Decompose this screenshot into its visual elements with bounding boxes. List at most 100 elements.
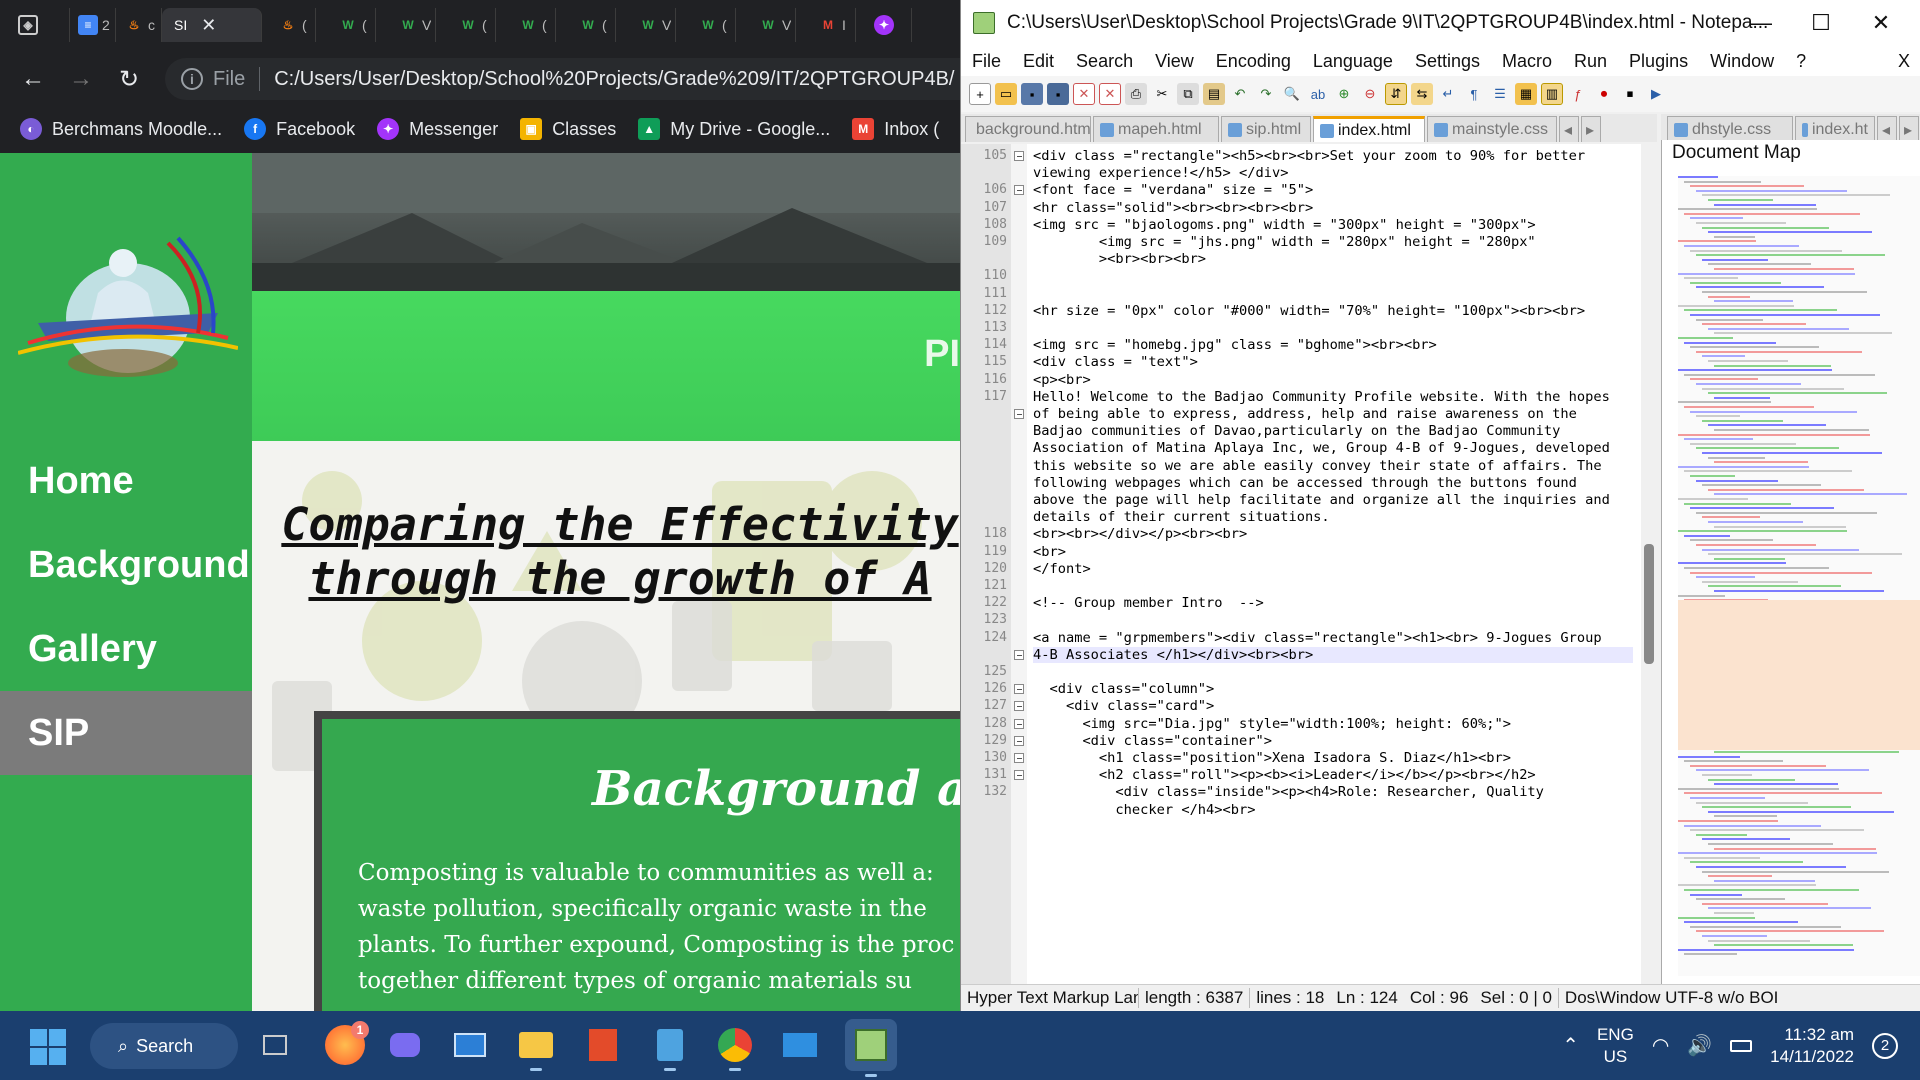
menu-file[interactable]: File bbox=[961, 51, 1012, 72]
tab-w-6[interactable]: WV bbox=[630, 8, 676, 42]
sync-v-icon[interactable]: ⇵ bbox=[1385, 83, 1407, 105]
menu-view[interactable]: View bbox=[1144, 51, 1205, 72]
menu-plugins[interactable]: Plugins bbox=[1618, 51, 1699, 72]
wrap-icon[interactable]: ↵ bbox=[1437, 83, 1459, 105]
minimize-button[interactable]: — bbox=[1741, 8, 1781, 38]
tab-w-8[interactable]: WV bbox=[750, 8, 796, 42]
photos-button[interactable] bbox=[450, 1025, 490, 1065]
bookmark-facebook[interactable]: f Facebook bbox=[244, 118, 355, 140]
clock[interactable]: 11:32 am 14/11/2022 bbox=[1770, 1024, 1854, 1068]
bookmark-inbox[interactable]: M Inbox ( bbox=[852, 118, 939, 140]
fold-marker-icon[interactable] bbox=[1014, 649, 1024, 660]
fold-marker-icon[interactable] bbox=[1014, 409, 1024, 419]
close-all-icon[interactable]: ✕ bbox=[1099, 83, 1121, 105]
find-icon[interactable]: 🔍 bbox=[1281, 83, 1303, 105]
fold-marker-icon[interactable] bbox=[1014, 718, 1024, 729]
file-explorer-button[interactable] bbox=[516, 1025, 556, 1071]
tab-docs[interactable]: ≡ 2 bbox=[70, 8, 116, 42]
maximize-button[interactable]: ☐ bbox=[1801, 8, 1841, 38]
bookmark-moodle[interactable]: ◐ Berchmans Moodle... bbox=[20, 118, 222, 140]
nav-sip[interactable]: SIP bbox=[0, 691, 252, 775]
fold-marker-icon[interactable] bbox=[1014, 770, 1024, 781]
menu-search[interactable]: Search bbox=[1065, 51, 1144, 72]
bookmark-messenger[interactable]: ✦ Messenger bbox=[377, 118, 498, 140]
notepadpp-button[interactable] bbox=[845, 1019, 897, 1077]
office-button[interactable] bbox=[583, 1025, 623, 1065]
zoom-in-icon[interactable]: ⊕ bbox=[1333, 83, 1355, 105]
scrollbar-thumb[interactable] bbox=[1644, 544, 1654, 664]
menu-close-doc[interactable]: X bbox=[1887, 51, 1920, 72]
function-list-icon[interactable]: ƒ bbox=[1567, 83, 1589, 105]
volume-icon[interactable]: 🔊 bbox=[1687, 1033, 1712, 1058]
wifi-icon[interactable]: ◠ bbox=[1652, 1033, 1669, 1058]
doc-map-preview[interactable] bbox=[1678, 176, 1920, 976]
chrome-button[interactable] bbox=[715, 1025, 755, 1071]
mail-button[interactable] bbox=[780, 1025, 820, 1065]
menu-encoding[interactable]: Encoding bbox=[1205, 51, 1302, 72]
cut-icon[interactable]: ✂ bbox=[1151, 83, 1173, 105]
tab-w-7[interactable]: W( bbox=[690, 8, 736, 42]
sync-h-icon[interactable]: ⇆ bbox=[1411, 83, 1433, 105]
indent-guide-icon[interactable]: ☰ bbox=[1489, 83, 1511, 105]
nav-home[interactable]: Home bbox=[0, 439, 252, 523]
bookmark-drive[interactable]: ▲ My Drive - Google... bbox=[638, 118, 830, 140]
file-tab-background[interactable]: background.html bbox=[965, 116, 1091, 142]
zoom-out-icon[interactable]: ⊖ bbox=[1359, 83, 1381, 105]
taskbar-search[interactable]: ⌕ Search bbox=[90, 1023, 238, 1069]
doc-map-visible-region[interactable] bbox=[1678, 600, 1920, 750]
tab-gmail[interactable]: MI bbox=[810, 8, 856, 42]
notepad-button[interactable] bbox=[650, 1025, 690, 1071]
tab-w-4[interactable]: W( bbox=[510, 8, 556, 42]
close-icon[interactable]: ✕ bbox=[201, 15, 216, 36]
firefox-button[interactable]: 1 bbox=[325, 1021, 369, 1065]
fold-marker-icon[interactable] bbox=[1014, 185, 1024, 196]
nav-background[interactable]: Background bbox=[0, 523, 252, 607]
new-file-icon[interactable]: + bbox=[969, 83, 991, 105]
file-tab-mainstyle[interactable]: mainstyle.css bbox=[1427, 116, 1557, 142]
file-tab-sip[interactable]: sip.html bbox=[1221, 116, 1311, 142]
task-view-button[interactable] bbox=[255, 1025, 295, 1065]
tab-w-5[interactable]: W( bbox=[570, 8, 616, 42]
tab-w-3[interactable]: W( bbox=[450, 8, 496, 42]
file-tab-dhstyle[interactable]: dhstyle.css bbox=[1667, 116, 1793, 142]
tab-w-2[interactable]: WV bbox=[390, 8, 436, 42]
nav-gallery[interactable]: Gallery bbox=[0, 607, 252, 691]
notification-badge[interactable]: 2 bbox=[1872, 1032, 1898, 1059]
paste-icon[interactable]: ▤ bbox=[1203, 83, 1225, 105]
undo-icon[interactable]: ↶ bbox=[1229, 83, 1251, 105]
save-icon[interactable]: ▪ bbox=[1021, 83, 1043, 105]
fold-marker-icon[interactable] bbox=[1014, 684, 1024, 695]
language-indicator[interactable]: ENG US bbox=[1597, 1024, 1634, 1068]
start-button[interactable] bbox=[30, 1029, 66, 1065]
close-file-icon[interactable]: ✕ bbox=[1073, 83, 1095, 105]
save-all-icon[interactable]: ▪ bbox=[1047, 83, 1069, 105]
record-macro-icon[interactable]: ⏺ bbox=[1593, 83, 1615, 105]
open-file-icon[interactable]: ▭ bbox=[995, 83, 1017, 105]
close-button[interactable]: ✕ bbox=[1861, 8, 1901, 38]
fold-marker-icon[interactable] bbox=[1014, 735, 1024, 746]
replace-icon[interactable]: ab bbox=[1307, 83, 1329, 105]
meet-button[interactable] bbox=[385, 1025, 425, 1065]
menu-run[interactable]: Run bbox=[1563, 51, 1618, 72]
tab-messenger[interactable]: ✦ bbox=[866, 8, 912, 42]
tab-scroll-left-2[interactable]: ◂ bbox=[1877, 116, 1897, 142]
doc-map-icon[interactable]: ▥ bbox=[1541, 83, 1563, 105]
fold-marker-icon[interactable] bbox=[1014, 151, 1024, 161]
stop-macro-icon[interactable]: ⏹ bbox=[1619, 83, 1641, 105]
bookmark-classes[interactable]: ▣ Classes bbox=[520, 118, 616, 140]
tab-w-1[interactable]: W( bbox=[330, 8, 376, 42]
back-button[interactable]: ← bbox=[18, 64, 48, 94]
reload-button[interactable]: ↻ bbox=[114, 64, 144, 94]
code-editor[interactable]: 105 106 107 108 109 110 111 112 113 114 115 116 117 1… bbox=[961, 144, 1641, 984]
vertical-scrollbar[interactable] bbox=[1641, 144, 1657, 984]
address-bar[interactable]: i File C:/Users/User/Desktop/School%20Pr… bbox=[165, 58, 960, 100]
file-tab-mapeh[interactable]: mapeh.html bbox=[1093, 116, 1219, 142]
battery-icon[interactable] bbox=[1730, 1039, 1753, 1052]
tab-scroll-left[interactable]: ◂ bbox=[1559, 116, 1579, 142]
print-icon[interactable]: ⎙ bbox=[1125, 83, 1147, 105]
tab-moodle-2[interactable]: ♨ ( bbox=[270, 8, 316, 42]
menu-edit[interactable]: Edit bbox=[1012, 51, 1065, 72]
menu-macro[interactable]: Macro bbox=[1491, 51, 1563, 72]
fold-marker-icon[interactable] bbox=[1014, 701, 1024, 712]
tab-switcher[interactable]: ◈ bbox=[10, 8, 70, 42]
